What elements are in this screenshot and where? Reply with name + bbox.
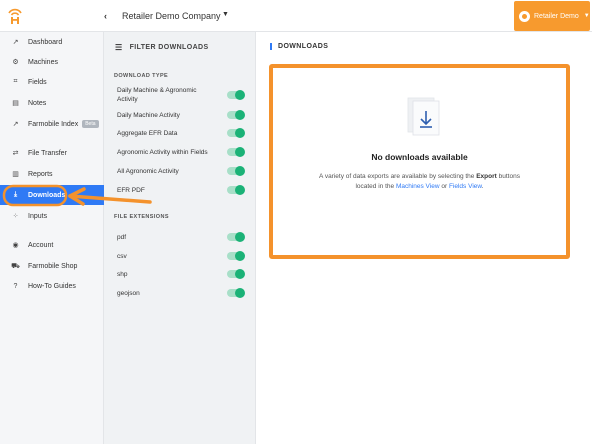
account-menu-label: Retailer Demo (534, 12, 579, 20)
toggle-geojson[interactable] (227, 288, 245, 298)
account-icon: ◉ (12, 242, 19, 249)
filter-panel: ☰ FILTER DOWNLOADS DOWNLOAD TYPE Daily M… (104, 32, 256, 444)
sidebar-item-downloads[interactable]: ⤓ Downloads (0, 185, 104, 205)
sidebar-item-account[interactable]: ◉ Account (0, 235, 104, 255)
page-title: DOWNLOADS (270, 43, 328, 50)
empty-state-title: No downloads available (371, 152, 468, 162)
toggle-agronomic-within-fields[interactable] (227, 147, 245, 157)
document-download-icon (407, 97, 440, 136)
machines-view-link[interactable]: Machines View (396, 183, 440, 190)
main-content: DOWNLOADS No downloads available A varie… (256, 32, 592, 444)
toggle-aggregate-efr[interactable] (227, 128, 245, 138)
filter-title: FILTER DOWNLOADS (129, 44, 209, 51)
toggle-shp[interactable] (227, 269, 245, 279)
trend-icon: ↗ (12, 39, 19, 46)
toggle-daily-machine-agronomic[interactable] (227, 90, 245, 100)
filter-lines-icon: ☰ (115, 43, 123, 52)
notes-icon: ▤ (12, 100, 19, 107)
sidebar-item-label: Farmobile Index (28, 120, 79, 128)
index-icon: ↗ (12, 121, 19, 128)
sidebar-item-label: Farmobile Shop (28, 262, 78, 270)
help-icon: ? (13, 282, 18, 290)
empty-state-card: No downloads available A variety of data… (269, 64, 570, 259)
sidebar-item-label: Notes (28, 99, 47, 107)
file-extensions-title: FILE EXTENSIONS (114, 214, 169, 220)
toggle-csv[interactable] (227, 251, 245, 261)
caret-down-icon: ▼ (583, 13, 590, 19)
download-icon: ⤓ (13, 191, 18, 198)
filter-header: ☰ FILTER DOWNLOADS (115, 43, 209, 52)
sidebar-item-label: Dashboard (28, 38, 63, 46)
sidebar: ↗ Dashboard ⚙ Machines ⌗ Fields ▤ Notes … (0, 32, 104, 444)
machine-icon: ⚙ (12, 59, 19, 66)
sidebar-item-label: Machines (28, 58, 58, 66)
sidebar-item-label: How-To Guides (28, 282, 76, 290)
sidebar-item-notes[interactable]: ▤ Notes (0, 93, 104, 113)
shop-icon: ⛟ (11, 262, 20, 270)
sidebar-item-label: Fields (28, 78, 47, 86)
sidebar-item-dashboard[interactable]: ↗ Dashboard (0, 32, 104, 52)
toggle-daily-machine[interactable] (227, 110, 245, 120)
filter-item-label: Daily Machine & Agronomic Activity (117, 87, 197, 103)
desc-text: A variety of data exports are available … (319, 173, 477, 180)
inputs-icon: ⁘ (12, 213, 19, 220)
caret-down-icon[interactable]: ▼ (222, 11, 229, 18)
sidebar-item-file-transfer[interactable]: ⇄ File Transfer (0, 143, 104, 163)
beta-badge: Beta (82, 120, 99, 128)
transfer-icon: ⇄ (12, 150, 19, 157)
top-bar: ‹ Retailer Demo Company ▼ Retailer Demo … (0, 0, 592, 32)
sidebar-item-machines[interactable]: ⚙ Machines (0, 52, 104, 72)
toggle-all-agronomic[interactable] (227, 166, 245, 176)
sidebar-item-fields[interactable]: ⌗ Fields (0, 72, 104, 92)
reports-icon: ▥ (12, 171, 19, 178)
fields-view-link[interactable]: Fields View (449, 183, 482, 190)
toggle-pdf[interactable] (227, 232, 245, 242)
sidebar-item-label: Account (28, 241, 54, 249)
sidebar-item-farmobile-index[interactable]: ↗ Farmobile Index Beta (0, 114, 104, 134)
empty-state-description: A variety of data exports are available … (313, 172, 526, 192)
sidebar-item-label: File Transfer (28, 149, 67, 157)
download-type-title: DOWNLOAD TYPE (114, 73, 169, 79)
account-menu-button[interactable]: Retailer Demo ▼ (514, 1, 590, 31)
company-selector[interactable]: Retailer Demo Company (122, 11, 221, 21)
sidebar-item-label: Downloads (28, 191, 66, 199)
user-avatar-icon (519, 10, 530, 22)
sidebar-item-reports[interactable]: ▥ Reports (0, 164, 104, 184)
toggle-efr-pdf[interactable] (227, 185, 245, 195)
sidebar-item-farmobile-shop[interactable]: ⛟ Farmobile Shop (0, 256, 104, 276)
sidebar-item-label: Inputs (28, 212, 48, 220)
sidebar-item-inputs[interactable]: ⁘ Inputs (0, 206, 104, 226)
sidebar-item-how-to-guides[interactable]: ? How-To Guides (0, 276, 104, 296)
farmobile-logo-icon[interactable] (8, 7, 22, 25)
sidebar-item-label: Reports (28, 170, 53, 178)
desc-text: . (481, 183, 484, 190)
back-chevron-icon[interactable]: ‹ (104, 11, 107, 21)
export-keyword: Export (476, 173, 497, 180)
fields-icon: ⌗ (13, 78, 18, 85)
desc-text: or (439, 183, 449, 190)
